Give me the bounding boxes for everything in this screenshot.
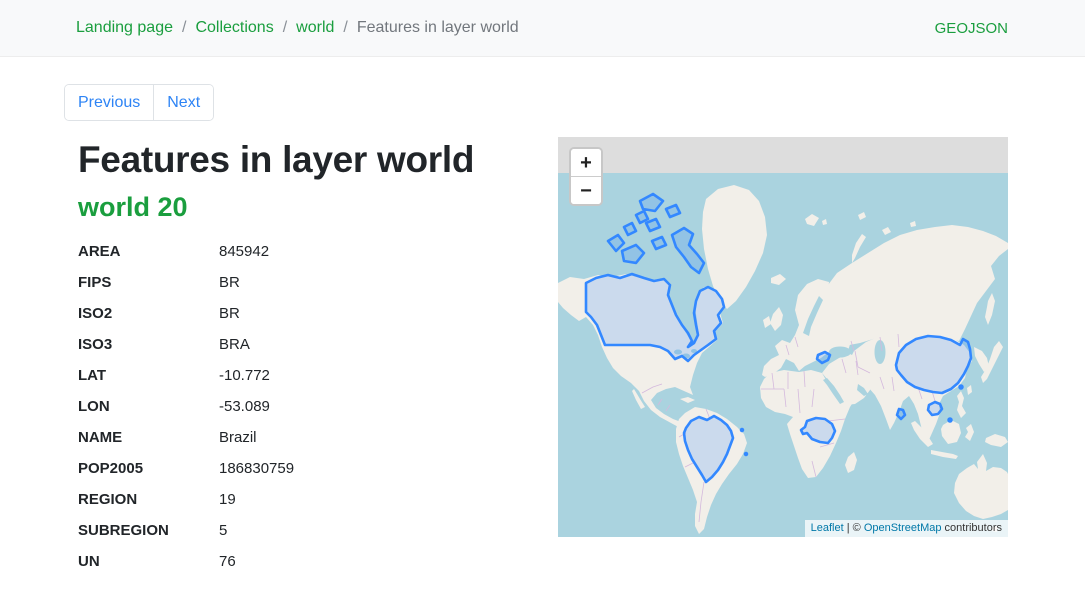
table-row: ISO3BRA: [78, 329, 294, 360]
feature-cambodia[interactable]: [928, 402, 942, 415]
property-value: 19: [219, 484, 294, 515]
property-value: Brazil: [219, 422, 294, 453]
zoom-out-button[interactable]: −: [571, 177, 601, 204]
geojson-format-link[interactable]: GEOJSON: [935, 20, 1008, 37]
property-key: POP2005: [78, 453, 219, 484]
feature-id-heading: world 20: [78, 192, 558, 223]
openstreetmap-link[interactable]: OpenStreetMap: [864, 522, 942, 534]
property-key: ISO2: [78, 298, 219, 329]
property-value: 186830759: [219, 453, 294, 484]
zoom-in-button[interactable]: +: [571, 149, 601, 177]
previous-button[interactable]: Previous: [65, 85, 153, 120]
leaflet-link[interactable]: Leaflet: [811, 522, 844, 534]
breadcrumb-separator: /: [182, 19, 186, 37]
table-row: UN76: [78, 546, 294, 577]
property-key: FIPS: [78, 267, 219, 298]
breadcrumb-landing-page[interactable]: Landing page: [76, 19, 173, 37]
property-value: 76: [219, 546, 294, 577]
table-row: POP2005186830759: [78, 453, 294, 484]
property-value: 5: [219, 515, 294, 546]
property-key: ISO3: [78, 329, 219, 360]
feature-small-island[interactable]: [741, 429, 744, 432]
feature-bulgaria[interactable]: [817, 352, 830, 363]
property-value: -53.089: [219, 391, 294, 422]
no-tile-band: [558, 137, 1008, 173]
table-row: ISO2BR: [78, 298, 294, 329]
property-key: AREA: [78, 236, 219, 267]
table-row: AREA845942: [78, 236, 294, 267]
property-key: LAT: [78, 360, 219, 391]
map-attribution: Leaflet | © OpenStreetMap contributors: [805, 520, 1008, 537]
property-key: REGION: [78, 484, 219, 515]
attribution-divider: | ©: [844, 522, 864, 534]
property-value: BR: [219, 267, 294, 298]
feature-small-island[interactable]: [948, 418, 952, 422]
black-sea: [829, 347, 851, 358]
breadcrumb-world[interactable]: world: [296, 19, 334, 37]
table-row: LON-53.089: [78, 391, 294, 422]
next-button[interactable]: Next: [153, 85, 213, 120]
feature-small-island[interactable]: [959, 385, 963, 389]
breadcrumb: Landing page / Collections / world / Fea…: [76, 19, 519, 37]
property-key: UN: [78, 546, 219, 577]
table-row: NAMEBrazil: [78, 422, 294, 453]
pagination: Previous Next: [64, 84, 214, 121]
map-zoom-control: + −: [569, 147, 603, 206]
feature-small-island[interactable]: [745, 453, 748, 456]
property-key: SUBREGION: [78, 515, 219, 546]
page-title: Features in layer world: [78, 139, 558, 181]
property-value: BRA: [219, 329, 294, 360]
leaflet-map[interactable]: + − Leaflet | © OpenStreetMap contributo…: [558, 137, 1008, 537]
property-key: NAME: [78, 422, 219, 453]
feature-details: Features in layer world world 20 AREA845…: [64, 137, 558, 577]
property-key: LON: [78, 391, 219, 422]
feature-sri-lanka[interactable]: [897, 409, 905, 419]
property-value: 845942: [219, 236, 294, 267]
property-value: BR: [219, 298, 294, 329]
breadcrumb-bar: Landing page / Collections / world / Fea…: [0, 0, 1085, 57]
table-row: REGION19: [78, 484, 294, 515]
breadcrumb-collections[interactable]: Collections: [195, 19, 273, 37]
property-value: -10.772: [219, 360, 294, 391]
main-content: Previous Next Features in layer world wo…: [0, 57, 1085, 577]
table-row: SUBREGION5: [78, 515, 294, 546]
breadcrumb-current-page: Features in layer world: [357, 19, 519, 37]
table-row: LAT-10.772: [78, 360, 294, 391]
table-row: FIPSBR: [78, 267, 294, 298]
breadcrumb-separator: /: [343, 19, 347, 37]
properties-table: AREA845942 FIPSBR ISO2BR ISO3BRA LAT-10.…: [78, 236, 294, 577]
attribution-suffix: contributors: [941, 522, 1002, 534]
caspian-sea: [875, 340, 886, 364]
breadcrumb-separator: /: [283, 19, 287, 37]
world-map-svg: [558, 137, 1008, 537]
